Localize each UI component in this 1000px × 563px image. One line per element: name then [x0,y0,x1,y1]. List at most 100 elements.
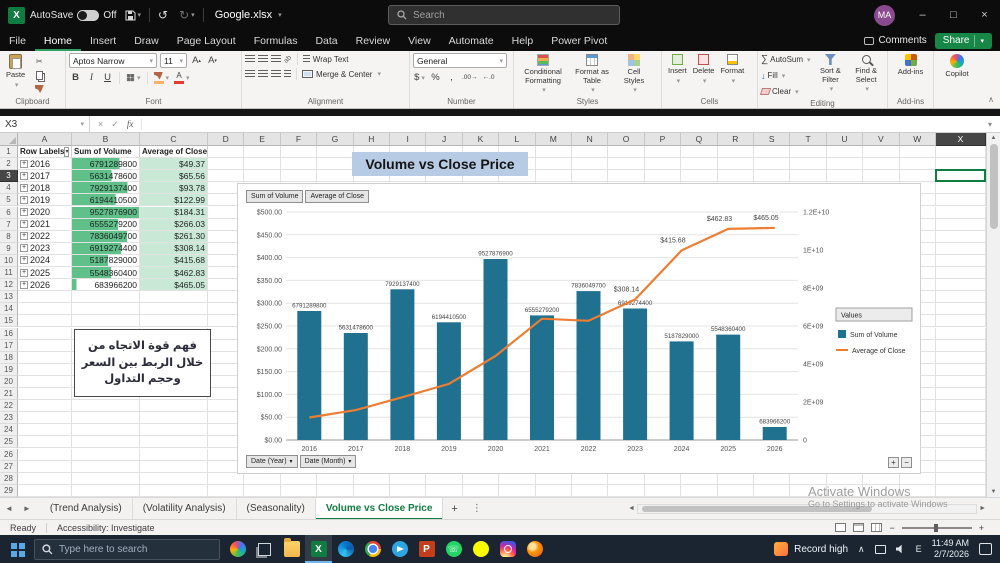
firefox-taskbar-button[interactable] [521,535,548,563]
file-explorer-taskbar-button[interactable] [278,535,305,563]
cell-B4[interactable]: 7929137400 [72,182,140,195]
start-button[interactable] [0,535,34,563]
cell-A10[interactable]: +2024 [18,254,72,267]
column-header-X[interactable]: X [936,133,986,146]
format-painter-button[interactable] [32,83,46,95]
pivot-expand-icon[interactable]: + [20,280,28,289]
cell-A18[interactable] [18,351,72,364]
edge-taskbar-button[interactable] [332,535,359,563]
zoom-slider[interactable] [901,523,972,532]
align-bottom-icon[interactable] [271,55,281,63]
cell-X26[interactable] [936,448,986,461]
minimize-button[interactable]: – [907,0,938,30]
pivot-expand-icon[interactable]: + [20,220,28,229]
cell-styles-button[interactable]: Cell Styles ▾ [615,53,653,96]
taskbar-search[interactable]: Type here to search [34,538,220,560]
cell-S29[interactable] [754,484,791,497]
enter-check-icon[interactable]: ✓ [111,119,119,130]
column-header-K[interactable]: K [462,133,500,146]
cell-A23[interactable] [18,412,72,425]
cell-G28[interactable] [317,472,354,485]
pivot-expand-icon[interactable]: + [20,232,28,241]
cell-X22[interactable] [936,400,986,413]
cell-D2[interactable] [208,158,245,171]
cell-M28[interactable] [535,472,572,485]
cell-B2[interactable]: 6791289800 [72,158,140,171]
column-header-J[interactable]: J [426,133,463,146]
row-header-16[interactable]: 16 [0,327,18,340]
row-header-15[interactable]: 15 [0,315,18,328]
scroll-down-icon[interactable]: ▼ [991,489,997,495]
column-header-T[interactable]: T [790,133,827,146]
cell-B14[interactable] [72,303,140,316]
chart-bar-2025[interactable] [716,334,741,440]
cell-X17[interactable] [936,339,986,352]
merge-center-button[interactable]: Merge & Center [316,70,372,79]
formula-input[interactable] [142,116,980,132]
column-header-V[interactable]: V [863,133,900,146]
row-header-22[interactable]: 22 [0,400,18,413]
cell-C3[interactable]: $65.56 [140,170,208,183]
font-name-select[interactable]: Aptos Narrow ▾ [69,53,157,68]
share-button[interactable]: Share ▾ [934,32,992,49]
cell-C24[interactable] [140,424,208,437]
cell-J28[interactable] [426,472,463,485]
row-header-24[interactable]: 24 [0,424,18,437]
sheet-tab-seasonality[interactable]: (Seasonality) [237,497,316,520]
column-header-S[interactable]: S [754,133,791,146]
avatar[interactable]: MA [874,4,895,26]
cell-X6[interactable] [936,206,986,219]
column-header-C[interactable]: C [140,133,208,146]
zoom-out-button[interactable]: − [889,523,894,533]
number-format-select[interactable]: General ▾ [413,53,507,68]
row-header-20[interactable]: 20 [0,375,18,388]
cell-A15[interactable] [18,315,72,328]
row-header-28[interactable]: 28 [0,472,18,485]
cell-B28[interactable] [72,472,140,485]
cell-M3[interactable] [535,170,572,183]
cell-B22[interactable] [72,400,140,413]
cell-A4[interactable]: +2018 [18,182,72,195]
cell-A5[interactable]: +2019 [18,194,72,207]
vertical-scrollbar[interactable]: ▲ ▼ [986,133,1000,497]
maximize-button[interactable]: □ [938,0,969,30]
cell-Q1[interactable] [681,146,718,159]
cell-R29[interactable] [717,484,754,497]
chart-expand-button[interactable]: + [888,457,899,468]
sheet-options-icon[interactable]: ⋮ [466,503,488,514]
page-layout-view-button[interactable] [853,523,865,532]
cell-C12[interactable]: $465.05 [140,279,208,292]
cell-B7[interactable]: 6555279200 [72,218,140,231]
bold-button[interactable]: B [69,71,82,84]
align-left-icon[interactable] [245,70,255,78]
cell-C4[interactable]: $93.78 [140,182,208,195]
cell-C27[interactable] [140,460,208,473]
cell-S1[interactable] [754,146,791,159]
cell-A22[interactable] [18,400,72,413]
cell-R2[interactable] [717,158,754,171]
row-header-25[interactable]: 25 [0,436,18,449]
cell-X25[interactable] [936,436,986,449]
name-box[interactable]: X3 ▾ [0,116,90,132]
snapchat-taskbar-button[interactable] [467,535,494,563]
cell-N29[interactable] [572,484,609,497]
collapse-ribbon-icon[interactable]: ∧ [988,95,994,104]
row-header-1[interactable]: 1 [0,146,18,159]
cell-G1[interactable] [317,146,354,159]
cell-X13[interactable] [936,291,986,304]
cell-A6[interactable]: +2020 [18,206,72,219]
chart-collapse-button[interactable]: − [901,457,912,468]
cell-C5[interactable]: $122.99 [140,194,208,207]
cell-X11[interactable] [936,267,986,280]
redo-button[interactable]: ↻ ▾ [176,8,198,22]
cell-H28[interactable] [353,472,390,485]
cell-X7[interactable] [936,218,986,231]
pivot-expand-icon[interactable]: + [20,256,28,265]
font-size-select[interactable]: 11 ▾ [160,53,187,68]
cell-X16[interactable] [936,327,986,340]
cell-B9[interactable]: 6919274400 [72,242,140,255]
pivot-expand-icon[interactable]: + [20,268,28,277]
cell-P1[interactable] [644,146,682,159]
cell-W28[interactable] [899,472,936,485]
titlebar-search[interactable]: Search [388,5,620,25]
